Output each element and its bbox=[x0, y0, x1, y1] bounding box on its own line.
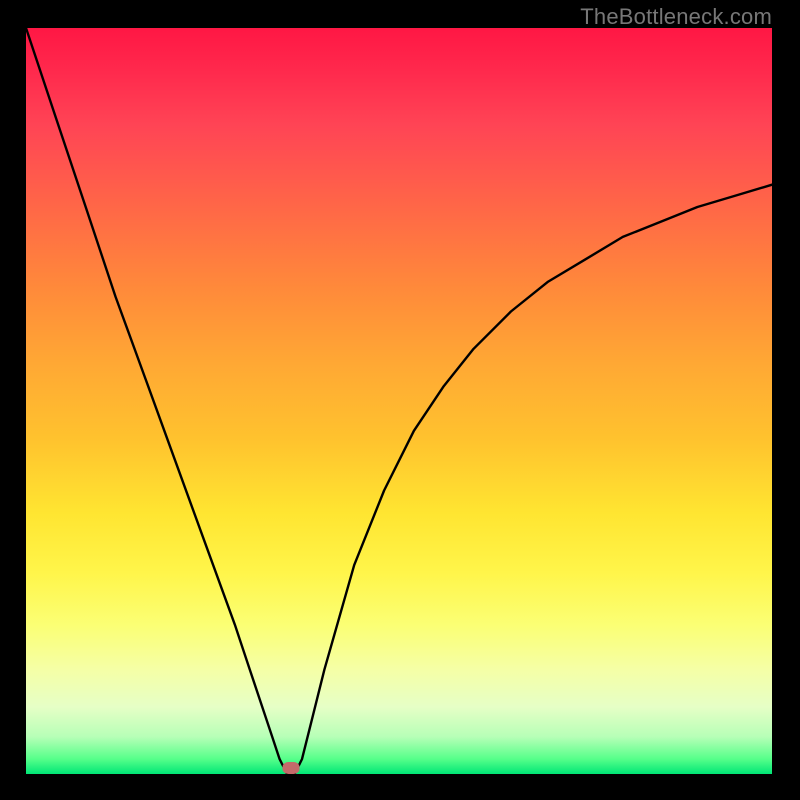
chart-frame: TheBottleneck.com bbox=[0, 0, 800, 800]
bottleneck-curve bbox=[26, 28, 772, 774]
plot-area bbox=[26, 28, 772, 774]
optimal-marker bbox=[282, 762, 299, 774]
watermark-text: TheBottleneck.com bbox=[580, 4, 772, 30]
